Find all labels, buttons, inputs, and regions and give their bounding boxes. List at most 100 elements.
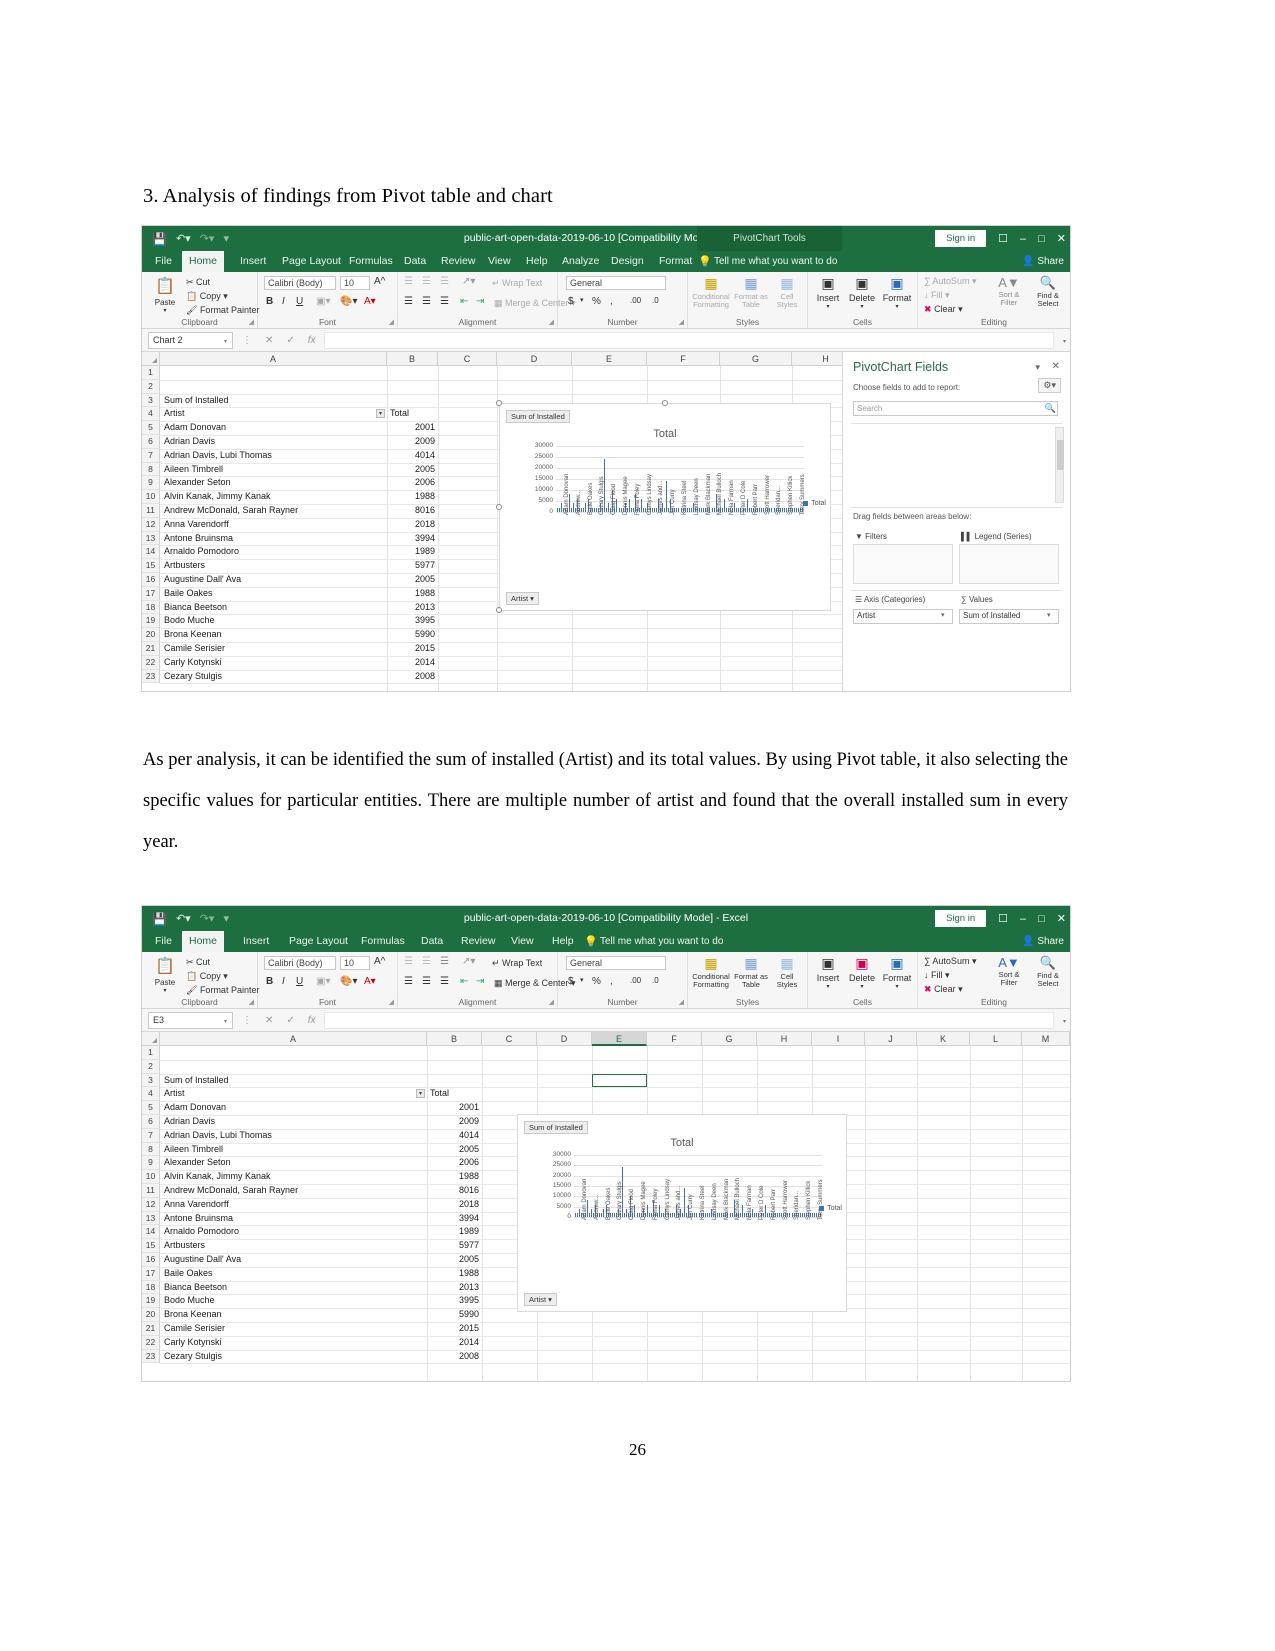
- cell-b14[interactable]: 1989: [387, 545, 438, 559]
- row-header-5[interactable]: 5: [142, 1101, 160, 1115]
- format-cells-button-2[interactable]: ▣ Format ▾: [880, 955, 914, 990]
- tab-page-layout-2[interactable]: Page Layout: [282, 931, 355, 952]
- cell-a23[interactable]: Cezary Stulgis: [161, 670, 386, 684]
- insert-cells-button-2[interactable]: ▣ Insert ▾: [812, 955, 844, 990]
- delete-cells-button-1[interactable]: ▣ Delete ▾: [846, 275, 878, 310]
- borders-icon-1[interactable]: ▣▾: [316, 296, 330, 307]
- column-header-d[interactable]: D: [537, 1032, 592, 1046]
- formula-input-1[interactable]: [324, 332, 1054, 349]
- row-header-4[interactable]: 4: [142, 407, 160, 422]
- row-header-11[interactable]: 11: [142, 504, 160, 518]
- row-header-6[interactable]: 6: [142, 1115, 160, 1129]
- row-header-16[interactable]: 16: [142, 573, 160, 587]
- sign-in-button-2[interactable]: Sign in: [935, 910, 987, 927]
- cell-a12[interactable]: Anna Varendorff: [161, 518, 386, 532]
- row-header-6[interactable]: 6: [142, 435, 160, 449]
- increase-decimal-icon-2[interactable]: .00: [630, 976, 641, 985]
- increase-indent-icon-1[interactable]: ⇥: [476, 296, 484, 307]
- sort-filter-button-2[interactable]: A▼ Sort & Filter: [990, 955, 1028, 987]
- cell-a17[interactable]: Baile Oakes: [161, 587, 386, 601]
- row-header-23[interactable]: 23: [142, 1349, 160, 1364]
- percent-icon-1[interactable]: %: [592, 296, 601, 307]
- align-middle-icon-1[interactable]: ☰: [422, 276, 431, 287]
- column-header-l[interactable]: L: [970, 1032, 1022, 1046]
- align-right-icon-1[interactable]: ☰: [440, 296, 449, 307]
- restore-icon-1[interactable]: □: [1038, 233, 1045, 245]
- cell-a17[interactable]: Baile Oakes: [161, 1267, 426, 1281]
- cell-b8[interactable]: 2005: [427, 1143, 482, 1157]
- cell-b15[interactable]: 5977: [427, 1239, 482, 1253]
- font-color-icon-1[interactable]: A▾: [364, 296, 376, 307]
- number-format-combo-1[interactable]: General: [566, 276, 666, 290]
- pivotchart-object-1[interactable]: Sum of Installed Total 30000 25000 20000 1500…: [496, 400, 831, 613]
- ribbon-display-options-icon-2[interactable]: ☐: [998, 912, 1008, 925]
- gear-icon-pane[interactable]: ⚙▾: [1038, 378, 1061, 393]
- autosum-button-1[interactable]: ∑ AutoSum ▾: [924, 276, 976, 287]
- tab-formulas[interactable]: Formulas: [342, 251, 400, 272]
- font-size-combo-2[interactable]: 10: [340, 956, 370, 970]
- column-header-m[interactable]: M: [1022, 1032, 1070, 1046]
- clear-button-1[interactable]: ✖ Clear ▾: [924, 304, 963, 315]
- align-top-icon-2[interactable]: ☰: [404, 956, 413, 967]
- alignment-dialog-launcher-2[interactable]: ◢: [549, 998, 554, 1006]
- column-header-e[interactable]: E: [592, 1032, 647, 1046]
- cell-a10[interactable]: Alvin Kanak, Jimmy Kanak: [161, 490, 386, 504]
- align-center-icon-2[interactable]: ☰: [422, 976, 431, 987]
- percent-icon-2[interactable]: %: [592, 976, 601, 987]
- ribbon-tabs-1[interactable]: File Home Insert Page Layout Formulas Da…: [142, 251, 1070, 272]
- format-painter-button-1[interactable]: 🖌 Format Painter: [186, 305, 259, 316]
- row-header-4[interactable]: 4: [142, 1087, 160, 1102]
- cell-b22[interactable]: 2014: [427, 1336, 482, 1350]
- fill-button-1[interactable]: ↓ Fill ▾: [924, 290, 950, 301]
- column-header-c[interactable]: C: [438, 352, 497, 366]
- column-header-b[interactable]: B: [387, 352, 438, 366]
- ribbon-tabs-2[interactable]: File Home Insert Page Layout Formulas Da…: [142, 931, 1070, 952]
- tab-design[interactable]: Design: [604, 251, 651, 272]
- column-header-k[interactable]: K: [917, 1032, 970, 1046]
- column-header-g[interactable]: G: [720, 352, 792, 366]
- cell-b11[interactable]: 8016: [387, 504, 438, 518]
- number-format-combo-2[interactable]: General: [566, 956, 666, 970]
- area-box-filters[interactable]: [853, 544, 953, 584]
- orientation-icon-2[interactable]: ↗▾: [462, 956, 475, 967]
- tab-analyze[interactable]: Analyze: [555, 251, 606, 272]
- decrease-decimal-icon-2[interactable]: .0: [652, 976, 659, 985]
- row-header-19[interactable]: 19: [142, 1294, 160, 1309]
- tab-home[interactable]: Home: [182, 251, 225, 272]
- row-header-5[interactable]: 5: [142, 421, 160, 435]
- cell-b4[interactable]: Total: [427, 1087, 482, 1101]
- cell-b17[interactable]: 1988: [427, 1267, 482, 1281]
- italic-button-1[interactable]: I: [282, 296, 285, 307]
- cell-b18[interactable]: 2013: [427, 1281, 482, 1295]
- cell-a21[interactable]: Camile Serisier: [161, 1322, 426, 1336]
- cell-b11[interactable]: 8016: [427, 1184, 482, 1198]
- cell-b9[interactable]: 2006: [427, 1156, 482, 1170]
- number-dialog-launcher-2[interactable]: ◢: [679, 998, 684, 1006]
- pivotchart-object-2[interactable]: Sum of Installed Total 30000 25000 20000 1500…: [517, 1114, 847, 1312]
- row-header-1[interactable]: 1: [142, 366, 160, 380]
- align-bottom-icon-2[interactable]: ☰: [440, 956, 449, 967]
- decrease-indent-icon-1[interactable]: ⇤: [460, 296, 468, 307]
- formula-input-2[interactable]: [324, 1012, 1054, 1029]
- cell-b12[interactable]: 2018: [427, 1198, 482, 1212]
- row-header-13[interactable]: 13: [142, 531, 160, 546]
- insert-cells-button-1[interactable]: ▣ Insert ▾: [812, 275, 844, 310]
- italic-button-2[interactable]: I: [282, 976, 285, 987]
- tab-file[interactable]: File: [148, 251, 179, 272]
- cell-a22[interactable]: Carly Kotynski: [161, 1336, 426, 1350]
- chart-resize-handle[interactable]: [496, 504, 502, 510]
- close-icon-2[interactable]: ✕: [1057, 912, 1066, 925]
- active-cell[interactable]: [592, 1073, 647, 1088]
- tab-page-layout[interactable]: Page Layout: [275, 251, 348, 272]
- cell-b22[interactable]: 2014: [387, 656, 438, 670]
- column-header-d[interactable]: D: [497, 352, 572, 366]
- insert-caret-2[interactable]: ▾: [812, 983, 844, 990]
- chart-value-field-button[interactable]: Sum of Installed: [524, 1121, 588, 1134]
- decrease-decimal-icon-1[interactable]: .0: [652, 296, 659, 305]
- currency-caret-2[interactable]: ▾: [580, 976, 584, 984]
- number-dialog-launcher-1[interactable]: ◢: [679, 318, 684, 326]
- align-left-icon-1[interactable]: ☰: [404, 296, 413, 307]
- column-header-e[interactable]: E: [572, 352, 647, 366]
- row-header-9[interactable]: 9: [142, 1156, 160, 1171]
- column-header-i[interactable]: I: [812, 1032, 865, 1046]
